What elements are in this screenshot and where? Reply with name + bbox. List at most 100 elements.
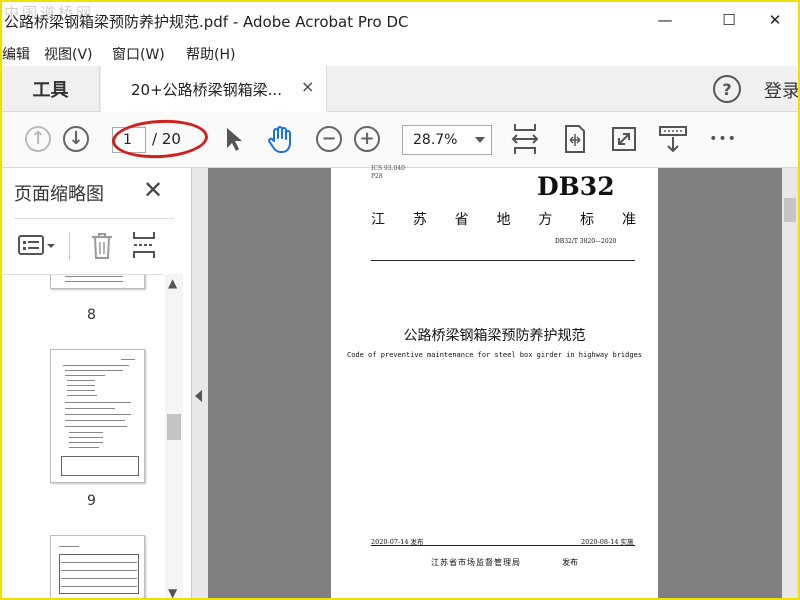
hand-tool-button[interactable]	[265, 124, 295, 154]
tab-tools[interactable]: 工具	[2, 66, 100, 112]
text-line	[61, 586, 137, 587]
text-line	[67, 385, 95, 386]
minus-circle-icon: −	[316, 126, 342, 152]
next-page-button[interactable]: ↓	[61, 124, 91, 154]
text-line	[61, 562, 137, 563]
text-line	[65, 375, 105, 376]
text-line	[69, 432, 103, 433]
thumbnails-title: 页面缩略图	[14, 184, 104, 205]
category-char: 地	[496, 212, 511, 228]
app-window: 公路桥梁钢箱梁预防养护规范.pdf - Adobe Acrobat Pro DC…	[0, 0, 800, 600]
menu-view[interactable]: 视图(V)	[44, 44, 93, 64]
menu-window[interactable]: 窗口(W)	[112, 44, 165, 64]
page-thumbnail[interactable]	[50, 349, 145, 483]
tab-bar: 工具 20+公路桥梁钢箱梁... × ? 登录	[2, 66, 798, 112]
tab-close-button[interactable]: ×	[301, 77, 314, 96]
standard-code: DB32	[537, 172, 615, 201]
category-char: 江	[371, 212, 385, 228]
text-line	[121, 359, 135, 360]
text-line	[67, 380, 95, 381]
list-options-icon	[18, 235, 55, 255]
expand-icon	[612, 127, 636, 151]
scroll-up-icon[interactable]: ▲	[168, 276, 177, 290]
previous-page-button[interactable]: ↑	[23, 124, 53, 154]
hand-icon	[268, 126, 291, 153]
scroll-down-icon[interactable]: ▼	[168, 586, 177, 598]
thumbnail-scrollbar[interactable]: ▲ ▼	[165, 274, 183, 598]
scrollbar-thumb[interactable]	[167, 414, 181, 440]
text-line	[69, 442, 103, 443]
issued-label: 发布	[562, 558, 578, 567]
thumbnail-options-button[interactable]	[18, 234, 56, 260]
maximize-button[interactable]: ☐	[706, 2, 752, 38]
text-line	[65, 408, 115, 409]
fit-page-button[interactable]	[510, 124, 540, 154]
scrolling-mode-button[interactable]	[658, 124, 688, 154]
zoom-out-button[interactable]: −	[314, 124, 344, 154]
category-char: 标	[580, 212, 595, 228]
scrollbar-thumb[interactable]	[784, 198, 796, 222]
select-tool-button[interactable]	[218, 124, 248, 154]
close-window-button[interactable]: ✕	[752, 2, 798, 38]
tab-document-label: 20+公路桥梁钢箱梁...	[131, 81, 282, 99]
thumbnails-panel: 页面缩略图 ✕ 8 9 ▲ ▼	[2, 168, 192, 598]
text-line	[65, 420, 125, 421]
text-line	[65, 414, 131, 415]
category-char: 准	[621, 212, 636, 228]
thumbnail-page-number: 9	[87, 493, 96, 509]
menu-bar: 编辑 视图(V) 窗口(W) 帮助(H)	[2, 38, 798, 66]
trash-icon	[92, 233, 112, 259]
page-thumbnail[interactable]	[50, 275, 145, 289]
full-screen-button[interactable]	[609, 124, 639, 154]
divider	[371, 260, 635, 261]
toolbar: ↑ ↓ 1 / 20 − + 28.7% •••	[2, 112, 798, 168]
menu-edit[interactable]: 编辑	[2, 44, 30, 64]
page-insert-icon	[133, 232, 155, 258]
chevron-down-icon	[475, 137, 485, 143]
menu-help[interactable]: 帮助(H)	[186, 44, 235, 64]
page-fit-icon	[565, 125, 585, 153]
category-char: 省	[454, 212, 469, 228]
scroll-down-icon	[659, 126, 687, 153]
text-line	[69, 437, 103, 438]
text-line	[65, 276, 123, 277]
text-line	[65, 426, 127, 427]
pdf-page: ICS 93.040 P28 DB32 江 苏 省 地 方 标 准 DB32/T…	[331, 165, 658, 598]
insert-page-button[interactable]	[132, 230, 158, 264]
panel-collapse-handle[interactable]	[192, 168, 208, 598]
publish-date: 2020-07-14 发布	[371, 538, 424, 546]
text-line	[69, 447, 99, 448]
standard-category: 江 苏 省 地 方 标 准	[371, 209, 636, 229]
login-button[interactable]: 登录	[764, 77, 798, 103]
document-title-en: Code of preventive maintenance for steel…	[346, 351, 642, 359]
classification-code: P28	[371, 173, 383, 180]
text-line	[63, 365, 129, 366]
tab-document[interactable]: 20+公路桥梁钢箱梁... ×	[101, 66, 327, 112]
zoom-in-button[interactable]: +	[352, 124, 382, 154]
ics-code: ICS 93.040	[371, 165, 405, 172]
title-bar: 公路桥梁钢箱梁预防养护规范.pdf - Adobe Acrobat Pro DC…	[2, 2, 798, 38]
divider	[69, 232, 70, 260]
minimize-button[interactable]: —	[642, 2, 688, 38]
thumbnail-page-number: 8	[87, 307, 96, 323]
thumbnail-tools	[2, 224, 192, 268]
zoom-value: 28.7%	[413, 132, 458, 148]
fit-width-button[interactable]	[560, 124, 590, 154]
viewer-scrollbar[interactable]	[782, 168, 798, 598]
highlight-ellipse	[111, 117, 209, 161]
zoom-select[interactable]: 28.7%	[402, 125, 492, 155]
chevron-left-icon	[195, 390, 202, 402]
table-thumbnail	[61, 456, 139, 476]
text-line	[67, 395, 97, 396]
text-line	[61, 570, 137, 571]
delete-page-button[interactable]	[90, 232, 114, 264]
page-thumbnail[interactable]	[50, 535, 145, 598]
help-icon[interactable]: ?	[713, 75, 741, 103]
more-tools-button[interactable]: •••	[708, 124, 738, 154]
category-char: 方	[538, 212, 553, 228]
cursor-arrow-icon	[227, 128, 242, 151]
text-line	[59, 546, 79, 547]
close-panel-icon[interactable]: ✕	[143, 176, 163, 204]
arrow-up-icon: ↑	[25, 126, 51, 152]
text-line	[65, 370, 123, 371]
